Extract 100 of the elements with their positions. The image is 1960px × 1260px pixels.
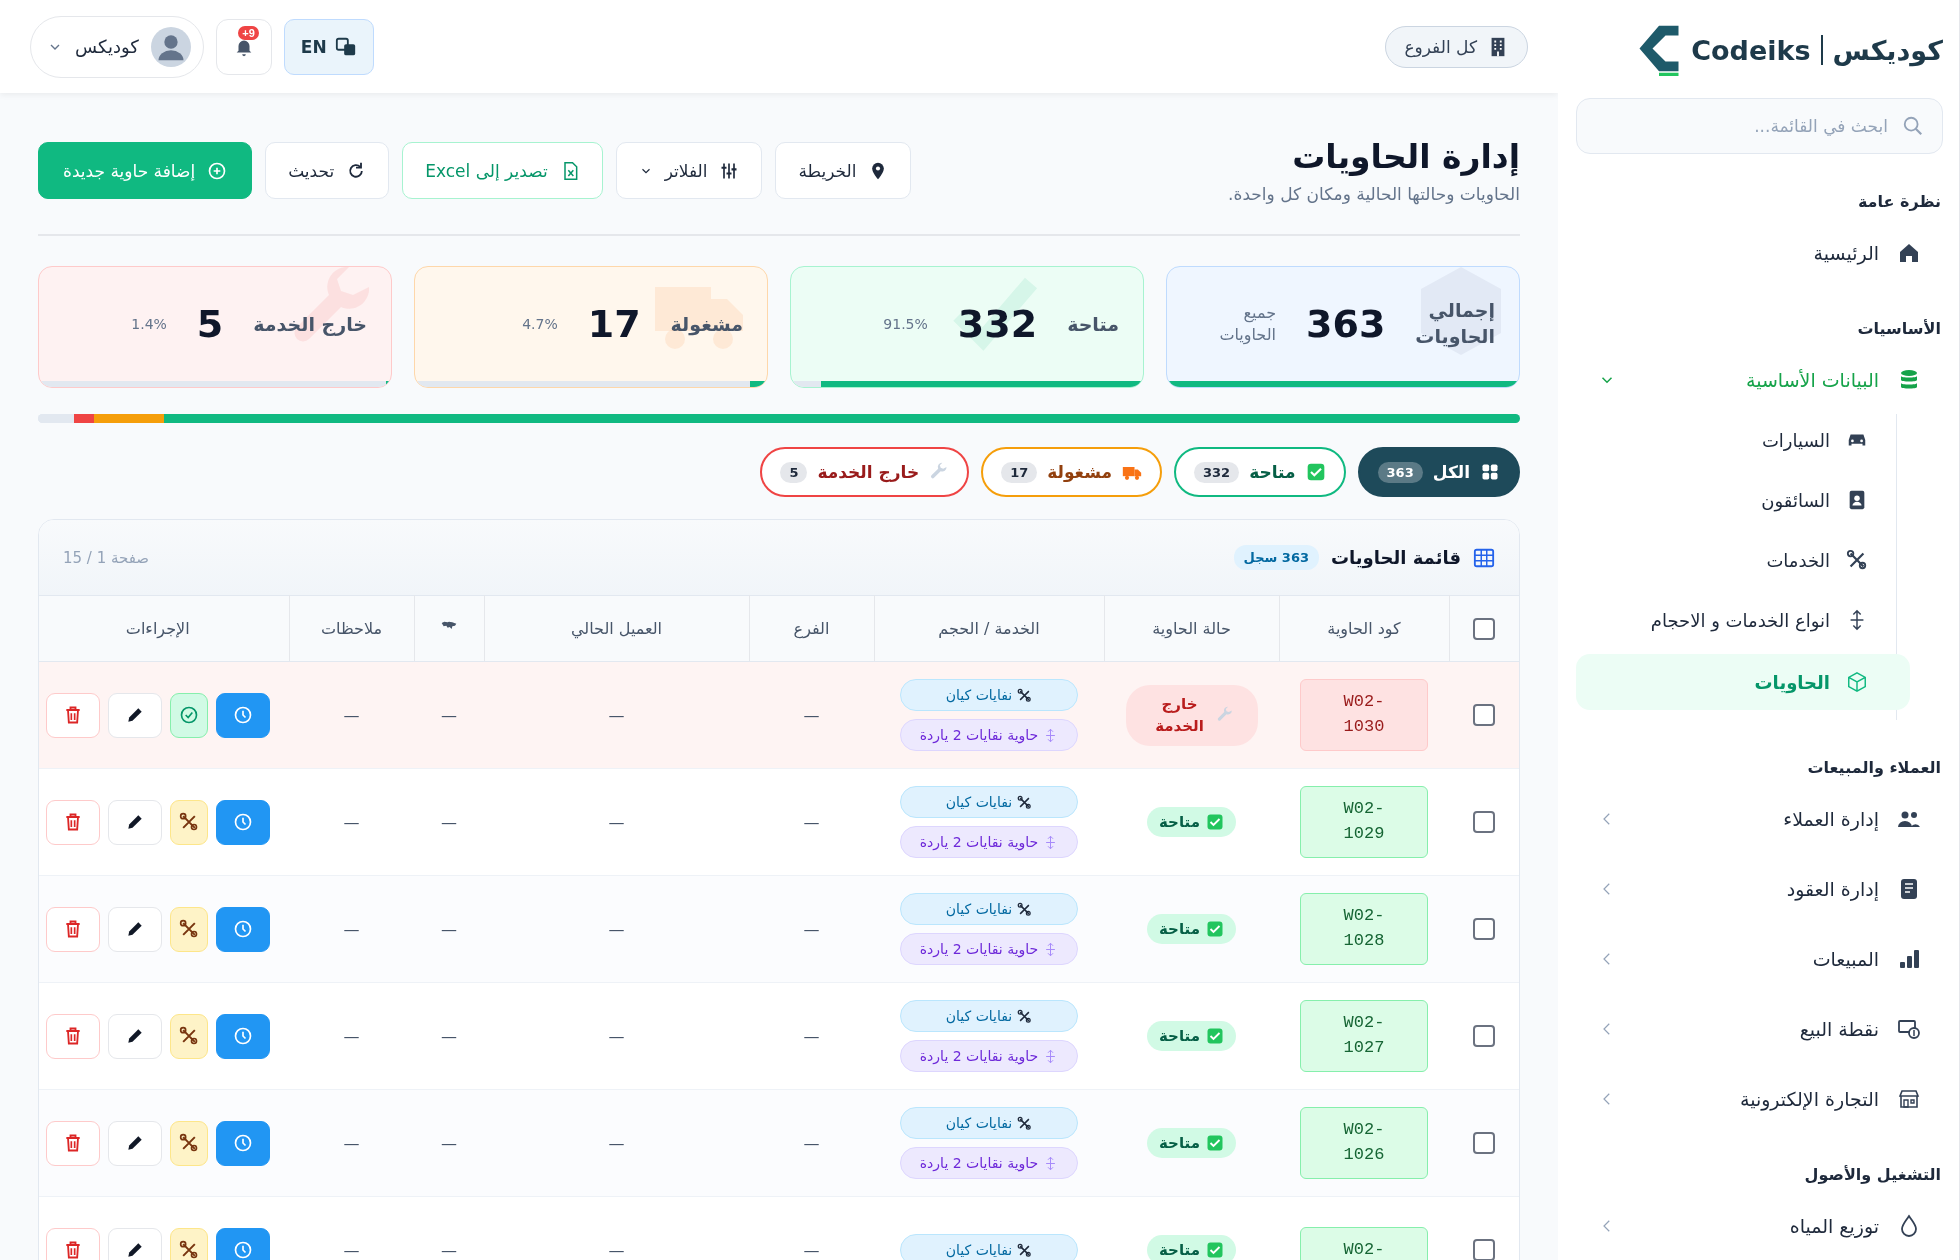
service-text: نفايات كيان xyxy=(945,1115,1013,1131)
column-header: كود الحاوية xyxy=(1327,619,1401,638)
search-input[interactable]: ابحث في القائمة... xyxy=(1595,99,1890,153)
section-title: التشغيل والأصول xyxy=(1803,1165,1942,1184)
history-button[interactable] xyxy=(216,1227,270,1260)
box-icon xyxy=(1846,671,1868,693)
stat-label: إجمالي الحاويات xyxy=(1415,298,1495,350)
table-cell: — xyxy=(608,919,625,939)
delete-button[interactable] xyxy=(46,1013,100,1059)
column-header: الفرع xyxy=(793,619,830,638)
sidebar-item[interactable]: المبيعات xyxy=(1576,931,1943,987)
clock-icon xyxy=(233,1133,253,1153)
sidebar-item[interactable]: السيارات xyxy=(1576,414,1896,466)
maintenance-button[interactable] xyxy=(170,1013,208,1059)
sidebar-item[interactable]: إدارة العملاء xyxy=(1576,791,1943,847)
logo-text: كوديكس xyxy=(1832,34,1943,66)
table-cell: — xyxy=(441,812,457,832)
branch-button[interactable]: كل الفروع xyxy=(1385,25,1528,68)
stat-label: مشغولة xyxy=(670,313,743,335)
history-button[interactable] xyxy=(216,1120,270,1166)
table-cell: — xyxy=(343,1240,360,1260)
history-button[interactable] xyxy=(216,692,270,738)
delete-button[interactable] xyxy=(46,906,100,952)
service-text: نفايات كيان xyxy=(945,794,1013,810)
edit-button[interactable] xyxy=(108,692,162,738)
checkbox[interactable] xyxy=(1473,811,1495,833)
pencil-icon xyxy=(125,1026,145,1046)
table-cell: — xyxy=(343,812,360,832)
clock-icon xyxy=(233,919,253,939)
delete-button[interactable] xyxy=(46,1227,100,1260)
delete-button[interactable] xyxy=(46,692,100,738)
plus-icon xyxy=(207,160,228,181)
history-button[interactable] xyxy=(216,906,270,952)
maintenance-button[interactable] xyxy=(170,1120,208,1166)
search-icon xyxy=(1902,115,1924,137)
activate-button[interactable] xyxy=(170,692,208,738)
refresh-button[interactable]: تحديث xyxy=(265,142,390,199)
checkbox[interactable] xyxy=(1473,704,1495,726)
checkbox[interactable] xyxy=(1473,1025,1495,1047)
checkbox[interactable] xyxy=(1473,1239,1495,1260)
tools-icon xyxy=(179,919,199,939)
stat-value: 363 xyxy=(1306,302,1386,346)
maintenance-button[interactable] xyxy=(170,1227,208,1260)
user-menu[interactable]: كوديكس xyxy=(30,15,204,78)
stat-value: 332 xyxy=(957,302,1038,346)
delete-button[interactable] xyxy=(46,1120,100,1166)
filters-button[interactable]: الفلاتر xyxy=(615,142,763,199)
stat-note: جميع الحاويات xyxy=(1219,302,1276,346)
sidebar-item[interactable]: توزيع المياه xyxy=(1576,1198,1943,1254)
avatar-icon xyxy=(150,26,191,67)
sidebar-item[interactable]: التجارة الإلكترونية xyxy=(1576,1071,1943,1127)
edit-button[interactable] xyxy=(108,1013,162,1059)
edit-button[interactable] xyxy=(108,1227,162,1260)
count-badge: 5 xyxy=(780,461,808,483)
pencil-icon xyxy=(125,705,145,725)
language-button[interactable]: EN xyxy=(283,18,374,75)
search-field[interactable]: ابحث في القائمة... xyxy=(1576,98,1943,154)
tools-icon xyxy=(1846,549,1868,571)
column-header: العميل الحالي xyxy=(570,619,663,638)
edit-button[interactable] xyxy=(108,799,162,845)
table-cell: — xyxy=(441,1026,457,1046)
delete-button[interactable] xyxy=(46,799,100,845)
export-button[interactable]: تصدير إلى Excel xyxy=(402,142,603,199)
pencil-icon xyxy=(125,1240,145,1260)
sidebar-item[interactable]: إدارة العقود xyxy=(1576,861,1943,917)
sidebar-item[interactable]: نقطة البيع xyxy=(1576,1001,1943,1057)
edit-button[interactable] xyxy=(108,1120,162,1166)
grid-icon xyxy=(1480,462,1500,482)
tools-icon xyxy=(1017,1115,1033,1131)
table-cell: — xyxy=(803,1240,820,1260)
edit-button[interactable] xyxy=(108,906,162,952)
checkbox[interactable] xyxy=(1473,918,1495,940)
sidebar-item[interactable]: انواع الخدمات و الاحجام xyxy=(1576,594,1896,646)
sidebar-item[interactable]: الخدمات xyxy=(1576,534,1896,586)
maintenance-button[interactable] xyxy=(170,799,208,845)
check-circle-icon xyxy=(179,705,199,725)
count-badge: 363 xyxy=(1377,461,1423,483)
notification-badge: +9 xyxy=(238,25,259,40)
table-cell: — xyxy=(343,705,360,725)
logo-icon xyxy=(1637,24,1682,76)
clock-icon xyxy=(233,1026,253,1046)
status-text: متاحة xyxy=(1159,813,1200,831)
translate-icon xyxy=(334,35,357,58)
sidebar-item[interactable]: السائقون xyxy=(1576,474,1896,526)
stat-value: 5 xyxy=(196,302,224,346)
pencil-icon xyxy=(125,919,145,939)
stat-note: 91.5% xyxy=(883,316,928,332)
size-text: حاوية نقايات 2 ياردة xyxy=(919,1155,1039,1171)
notifications-button[interactable]: +9 xyxy=(215,18,272,75)
checkbox[interactable] xyxy=(1473,1132,1495,1154)
maintenance-button[interactable] xyxy=(170,906,208,952)
history-button[interactable] xyxy=(216,799,270,845)
page-indicator: صفحة 1 / 15 xyxy=(63,548,150,567)
sidebar-item[interactable]: الرئيسية xyxy=(1576,225,1943,281)
trash-icon xyxy=(63,1240,83,1260)
sidebar-item[interactable]: الحاويات xyxy=(1576,654,1910,710)
map-button[interactable]: الخريطة xyxy=(775,142,912,199)
checkbox[interactable] xyxy=(1473,617,1496,640)
history-button[interactable] xyxy=(216,1013,270,1059)
trash-icon xyxy=(63,1026,83,1046)
